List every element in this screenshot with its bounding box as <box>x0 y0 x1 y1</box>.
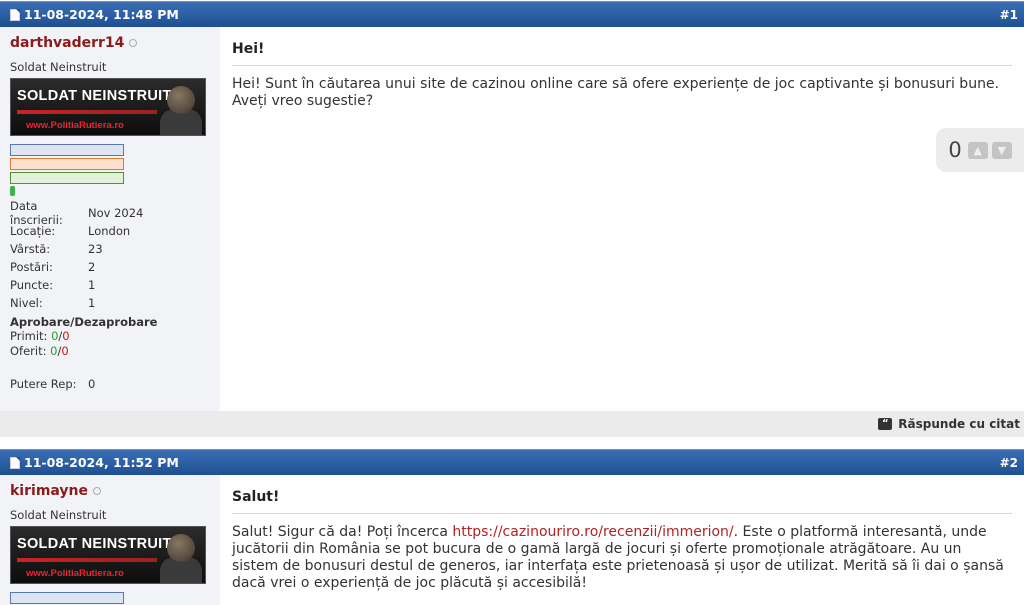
stat-value: London <box>88 224 131 238</box>
rank-banner-image: SOLDAT NEINSTRUIT www.PolitiaRutiera.ro <box>10 78 206 136</box>
stat-value: 1 <box>88 278 96 292</box>
given-negative: 0 <box>61 344 69 358</box>
stat-row: Locație: London <box>10 222 210 240</box>
user-info-panel: darthvaderr14 Soldat Neinstruit SOLDAT N… <box>0 27 220 411</box>
post-1: 11-08-2024, 11:48 PM #1 darthvaderr14 So… <box>0 1 1024 437</box>
approval-received: Primit: 0/0 <box>10 329 70 343</box>
stat-row: Data înscrierii: Nov 2024 <box>10 199 210 227</box>
post-footer: “ Răspunde cu citat <box>0 411 1024 437</box>
stat-row: Nivel: 1 <box>10 294 210 312</box>
thumbs-down-icon[interactable]: ▼ <box>991 141 1012 159</box>
post-number-link[interactable]: #2 <box>1000 456 1018 470</box>
stat-value: Nov 2024 <box>88 206 144 220</box>
stat-label: Postări: <box>10 260 53 274</box>
stat-row: Puncte: 1 <box>10 276 210 294</box>
post-2: 11-08-2024, 11:52 PM #2 kirimayne Soldat… <box>0 449 1024 605</box>
thanks-box: 0 ▲ ▼ <box>936 128 1024 172</box>
post-number-link[interactable]: #1 <box>1000 8 1018 22</box>
post-date: 11-08-2024, 11:48 PM <box>24 7 179 22</box>
reputation-indicator <box>10 186 15 196</box>
quote-icon[interactable]: “ <box>878 418 893 430</box>
rank-banner-image: SOLDAT NEINSTRUIT www.PolitiaRutiera.ro <box>10 526 206 584</box>
reputation-power: Putere Rep: 0 <box>10 377 210 391</box>
stat-row: Postări: 2 <box>10 258 210 276</box>
offline-status-icon <box>129 39 138 47</box>
stat-value: 23 <box>88 242 103 256</box>
user-title: Soldat Neinstruit <box>10 508 107 522</box>
rank-banner-stripe <box>17 558 157 562</box>
rep-label: Putere Rep: <box>10 377 77 391</box>
progress-bar-blue <box>10 592 124 604</box>
post-content: Hei! Hei! Sunt în căutarea unui site de … <box>220 27 1024 411</box>
username-link[interactable]: darthvaderr14 <box>10 35 124 51</box>
post-message: Salut! Sigur că da! Poți încerca https:/… <box>232 524 1012 592</box>
rank-banner-url: www.PolitiaRutiera.ro <box>26 568 124 579</box>
rank-banner-url: www.PolitiaRutiera.ro <box>26 120 124 131</box>
user-title: Soldat Neinstruit <box>10 60 107 74</box>
given-label: Oferit: <box>10 344 47 358</box>
rep-value: 0 <box>88 377 96 391</box>
received-positive: 0 <box>51 329 59 343</box>
username-link[interactable]: kirimayne <box>10 483 88 499</box>
reputation-bars <box>10 592 210 604</box>
rank-banner-title: SOLDAT NEINSTRUIT <box>17 88 172 104</box>
stat-value: 2 <box>88 260 96 274</box>
stat-label: Puncte: <box>10 278 54 292</box>
rank-banner-stripe <box>17 110 157 114</box>
given-positive: 0 <box>50 344 58 358</box>
casino-review-link[interactable]: https://cazinouriro.ro/recenzii/immerion… <box>452 524 733 540</box>
approval-heading: Aprobare/Dezaprobare <box>10 315 158 329</box>
progress-bar-green <box>10 172 124 184</box>
user-stats: Data înscrierii: Nov 2024 Locație: London … <box>10 199 210 312</box>
soldier-head-icon <box>167 534 195 562</box>
post-date: 11-08-2024, 11:52 PM <box>24 455 179 470</box>
document-icon <box>10 456 20 469</box>
stat-label: Locație: <box>10 224 56 238</box>
progress-bar-orange <box>10 158 124 170</box>
stat-row: Vârstă: 23 <box>10 240 210 258</box>
post-title: Hei! <box>232 41 1012 66</box>
received-negative: 0 <box>62 329 70 343</box>
stat-value: 1 <box>88 296 96 310</box>
username[interactable]: kirimayne <box>10 483 210 499</box>
offline-status-icon <box>93 487 102 495</box>
post-content: Salut! Salut! Sigur că da! Poți încerca … <box>220 475 1024 605</box>
post-header: 11-08-2024, 11:48 PM #1 <box>0 1 1024 27</box>
thanks-count: 0 <box>948 138 962 162</box>
thumbs-up-icon[interactable]: ▲ <box>967 141 988 159</box>
stat-label: Nivel: <box>10 296 43 310</box>
post-header: 11-08-2024, 11:52 PM #2 <box>0 449 1024 475</box>
stat-label: Vârstă: <box>10 242 51 256</box>
message-text: Salut! Sigur că da! Poți încerca <box>232 524 453 540</box>
username[interactable]: darthvaderr14 <box>10 35 210 51</box>
post-message: Hei! Sunt în căutarea unui site de cazin… <box>232 76 1000 109</box>
rank-banner-title: SOLDAT NEINSTRUIT <box>17 536 172 552</box>
document-icon <box>10 8 20 21</box>
reply-with-quote-button[interactable]: Răspunde cu citat <box>898 417 1020 431</box>
soldier-head-icon <box>167 86 195 114</box>
stat-label: Data înscrierii: <box>10 199 63 227</box>
user-info-panel: kirimayne Soldat Neinstruit SOLDAT NEINS… <box>0 475 220 605</box>
post-title: Salut! <box>232 489 1012 514</box>
received-label: Primit: <box>10 329 48 343</box>
progress-bar-blue <box>10 144 124 156</box>
approval-given: Oferit: 0/0 <box>10 344 69 358</box>
reputation-bars <box>10 144 210 196</box>
